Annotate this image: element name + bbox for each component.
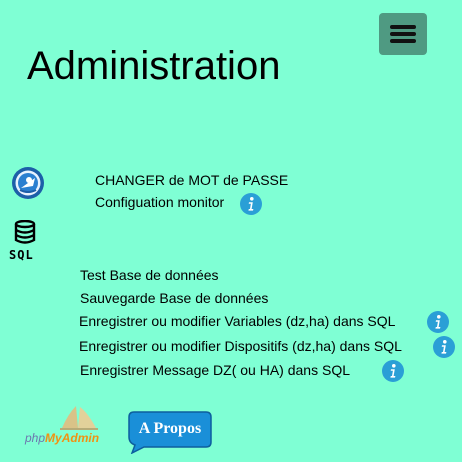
devices-sql-link[interactable]: Enregistrer ou modifier Dispositifs (dz,… (79, 337, 402, 355)
change-password-link[interactable]: CHANGER de MOT de PASSE (95, 171, 288, 189)
menu-button[interactable] (379, 13, 427, 55)
info-icon[interactable] (427, 311, 449, 333)
variables-sql-link[interactable]: Enregistrer ou modifier Variables (dz,ha… (79, 312, 395, 330)
message-sql-link[interactable]: Enregistrer Message DZ( ou HA) dans SQL (80, 361, 350, 379)
test-database-link[interactable]: Test Base de données (80, 266, 219, 284)
configuration-monitor-link[interactable]: Configuation monitor (95, 193, 224, 211)
page-title: Administration (27, 44, 281, 88)
info-icon[interactable] (240, 193, 262, 215)
apropos-label: A Propos (138, 420, 202, 437)
password-settings-icon[interactable] (11, 166, 45, 200)
info-icon[interactable] (433, 336, 455, 358)
apropos-button[interactable]: A Propos (128, 410, 212, 454)
backup-database-link[interactable]: Sauvegarde Base de données (80, 289, 268, 307)
phpmyadmin-link[interactable]: phpMyAdmin (22, 404, 106, 446)
phpmyadmin-sail-icon (60, 406, 98, 430)
sql-icon-label: SQL (9, 248, 34, 262)
phpmyadmin-logo-text: phpMyAdmin (25, 431, 100, 445)
database-icon (14, 220, 36, 244)
info-icon[interactable] (382, 360, 404, 382)
